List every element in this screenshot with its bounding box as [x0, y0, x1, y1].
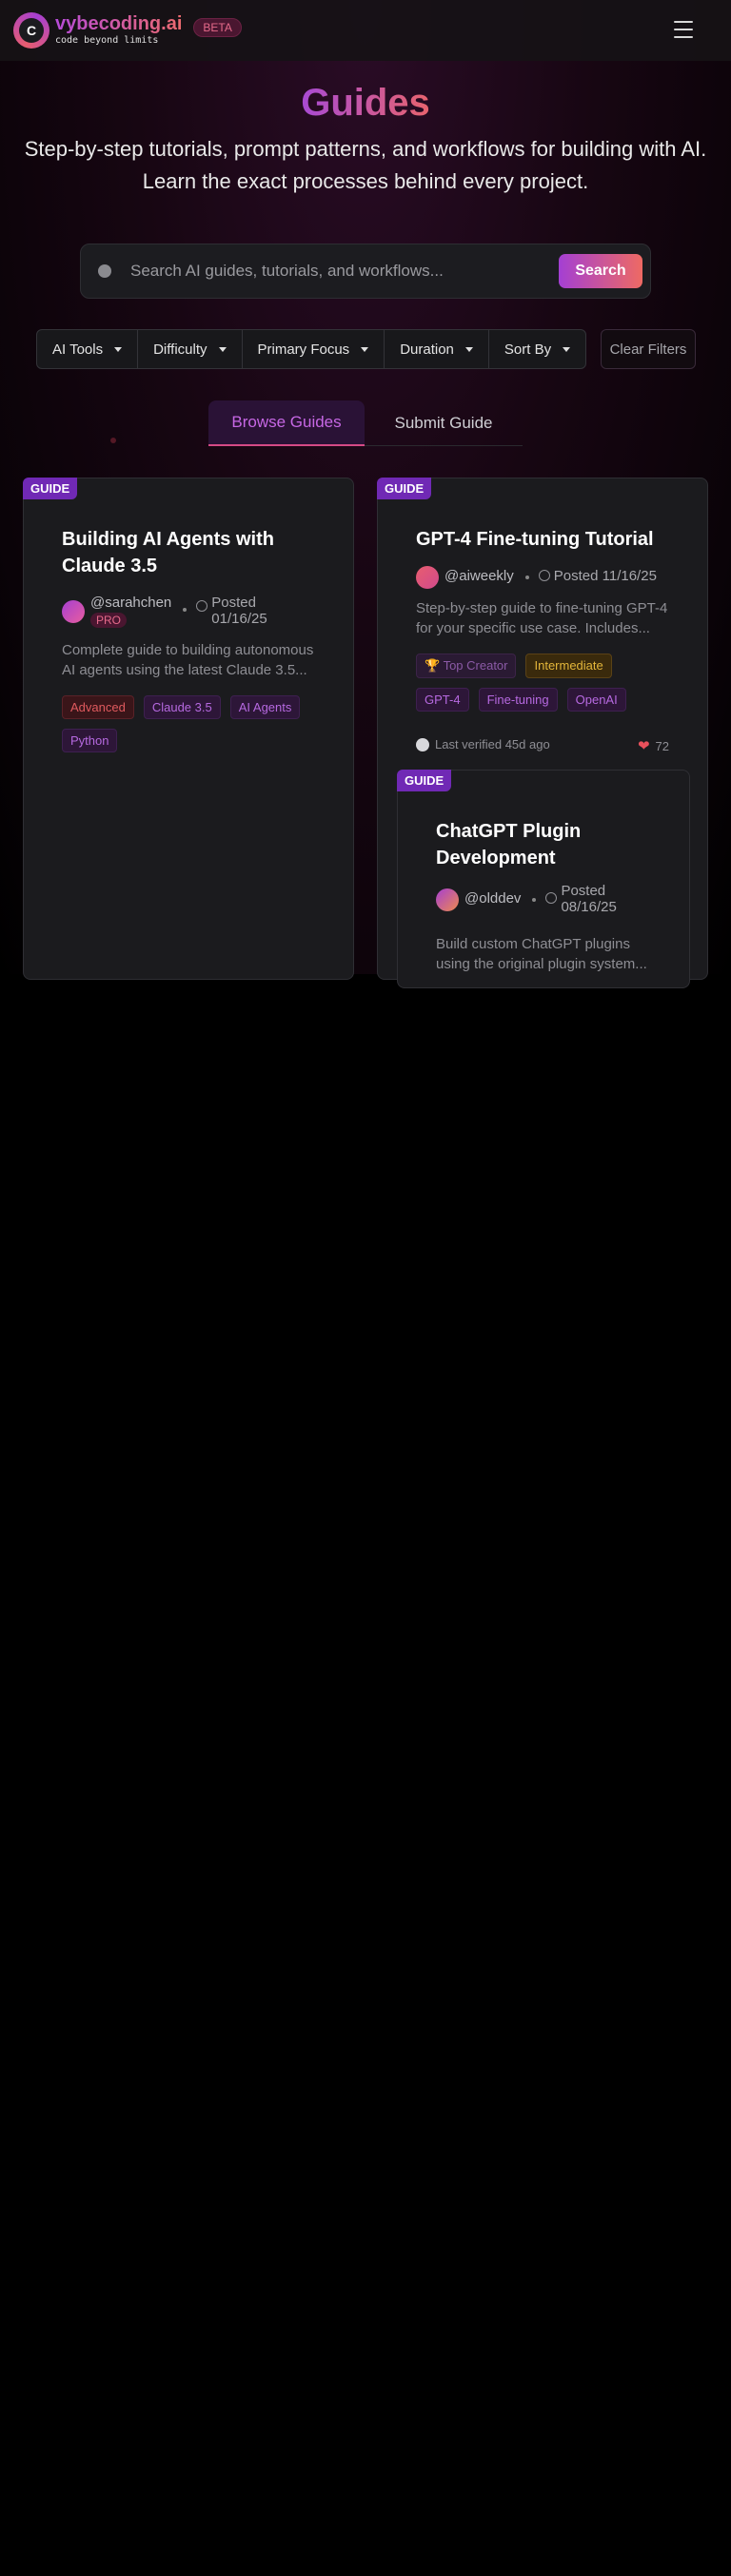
filter-label: Primary Focus [257, 341, 350, 358]
guide-badge: GUIDE [397, 770, 452, 791]
posted-date: Posted 11/16/25 [553, 568, 657, 584]
chevron-down-icon [114, 346, 123, 352]
top-nav: C vybecoding.ai code beyond limits BETA [0, 0, 731, 61]
author-row: @aiweekly Posted 11/16/25 [416, 566, 657, 589]
avatar[interactable] [62, 600, 85, 623]
author-name[interactable]: @olddev [464, 890, 521, 907]
tag-list: 🏆 Top Creator Intermediate GPT-4 Fine-tu… [416, 654, 673, 712]
tag[interactable]: Python [62, 729, 118, 752]
menu-bar [674, 21, 693, 23]
chevron-down-icon [563, 346, 571, 352]
brand[interactable]: vybecoding.ai code beyond limits [55, 13, 182, 48]
filter-bar: AI Tools Difficulty Primary Focus Durati… [36, 329, 587, 369]
guide-title[interactable]: ChatGPT Plugin Development [436, 818, 626, 871]
heart-icon[interactable]: ❤ [638, 737, 650, 754]
filter-label: Sort By [504, 341, 552, 358]
clock-icon [545, 892, 558, 904]
like-count: 72 [655, 738, 669, 753]
verified-text: Last verified 45d ago [435, 737, 550, 751]
logo-letter: C [19, 18, 44, 43]
verified-icon [416, 737, 429, 751]
guide-title[interactable]: GPT-4 Fine-tuning Tutorial [416, 526, 682, 553]
separator-dot [532, 898, 537, 902]
pro-badge: PRO [90, 613, 128, 628]
page-subtitle: Step-by-step tutorials, prompt patterns,… [24, 137, 707, 193]
filter-label: Difficulty [153, 341, 207, 358]
brand-tagline: code beyond limits [55, 35, 159, 46]
author-row: @olddev Posted 08/16/25 [436, 883, 623, 915]
brand-name: vybecoding.ai [55, 13, 183, 34]
search-button[interactable]: Search [559, 254, 642, 288]
tag[interactable]: GPT-4 [416, 688, 469, 712]
filter-primary-focus[interactable]: Primary Focus [243, 330, 385, 368]
author-name[interactable]: @sarahchen [90, 595, 171, 611]
search-icon [98, 264, 111, 278]
posted-date: Posted 08/16/25 [561, 883, 617, 915]
beta-badge: BETA [193, 18, 242, 37]
filter-duration[interactable]: Duration [385, 330, 489, 368]
filter-difficulty[interactable]: Difficulty [138, 330, 243, 368]
filter-label: Duration [400, 341, 454, 358]
guide-description: Step-by-step guide to fine-tuning GPT-4 … [416, 600, 668, 636]
tag[interactable]: Fine-tuning [478, 688, 558, 712]
guide-description: Complete guide to building autonomous AI… [62, 642, 314, 678]
tag[interactable]: Claude 3.5 [143, 695, 221, 719]
avatar[interactable] [416, 566, 439, 589]
posted-date: Posted 01/16/25 [211, 595, 267, 627]
guide-badge: GUIDE [23, 478, 78, 499]
page-title: Guides [0, 80, 731, 126]
guide-card[interactable]: GUIDE GPT-4 Fine-tuning Tutorial @aiweek… [377, 478, 708, 988]
author-name[interactable]: @aiweekly [445, 568, 514, 584]
search-bar: Search [80, 244, 651, 299]
guide-card[interactable]: GUIDE ChatGPT Plugin Development @olddev… [397, 770, 690, 988]
chevron-down-icon [464, 346, 473, 352]
clock-icon [538, 570, 550, 581]
tag[interactable]: Advanced [62, 695, 134, 719]
decorative-dot [110, 438, 116, 443]
page-title-text: Guides [301, 82, 430, 124]
hamburger-menu-icon[interactable] [674, 21, 693, 38]
guide-title[interactable]: Building AI Agents with Claude 3.5 [62, 526, 319, 579]
tag[interactable]: Intermediate [525, 654, 612, 678]
avatar[interactable] [436, 888, 459, 911]
guide-badge: GUIDE [377, 478, 432, 499]
verified-row: Last verified 45d ago [416, 737, 550, 751]
filter-ai-tools[interactable]: AI Tools [37, 330, 139, 368]
menu-bar [674, 29, 693, 30]
guide-description: Build custom ChatGPT plugins using the o… [436, 936, 647, 972]
tag[interactable]: AI Agents [229, 695, 301, 719]
separator-dot [183, 608, 188, 612]
author-row: @sarahchen PRO Posted 01/16/25 [62, 595, 274, 628]
separator-dot [524, 576, 529, 579]
tab-browse-guides[interactable]: Browse Guides [208, 400, 365, 446]
tag[interactable]: OpenAI [566, 688, 626, 712]
top-creator-badge: 🏆 Top Creator [416, 654, 517, 678]
tab-submit-guide[interactable]: Submit Guide [365, 400, 523, 446]
author-block: @sarahchen PRO [90, 595, 171, 628]
menu-bar [674, 36, 693, 38]
clear-filters-button[interactable]: Clear Filters [601, 329, 696, 369]
guide-tabs: Browse Guides Submit Guide [208, 400, 523, 446]
tag-list: Advanced Claude 3.5 AI Agents Python [62, 695, 319, 752]
logo-icon[interactable]: C [13, 12, 49, 49]
filter-sort-by[interactable]: Sort By [489, 330, 585, 368]
chevron-down-icon [361, 346, 369, 352]
chevron-down-icon [218, 346, 227, 352]
filter-label: AI Tools [52, 341, 104, 358]
likes[interactable]: ❤ 72 [638, 737, 669, 754]
clock-icon [196, 600, 208, 612]
search-input[interactable] [130, 262, 559, 281]
guide-card[interactable]: GUIDE Building AI Agents with Claude 3.5… [23, 478, 354, 980]
